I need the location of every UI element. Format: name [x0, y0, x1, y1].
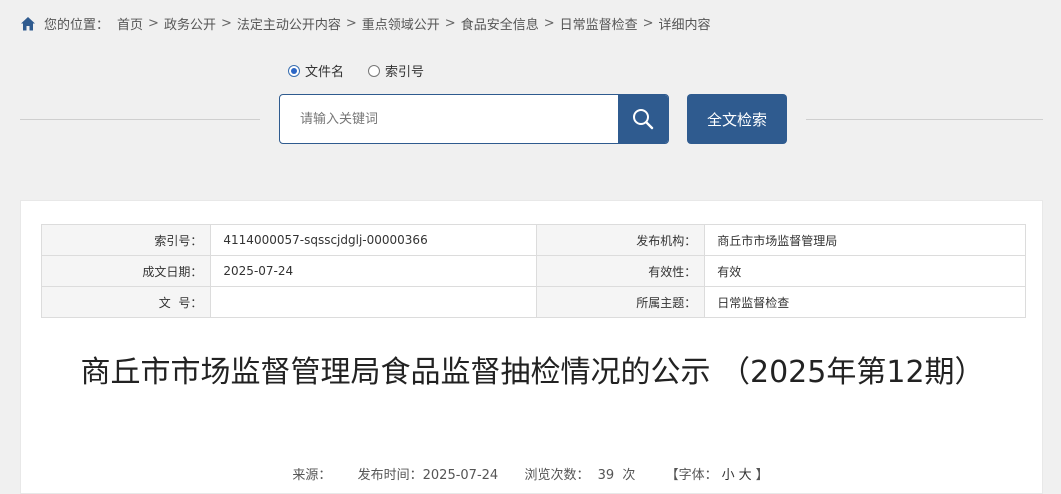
- breadcrumb-separator: >: [220, 16, 232, 31]
- publisher-label: 发布机构：: [536, 224, 706, 256]
- search-icon: [633, 109, 654, 130]
- views-label: 浏览次数：: [524, 468, 590, 483]
- divider-right: [806, 119, 1043, 120]
- radio-filename-dot[interactable]: [288, 64, 300, 77]
- topic-label: 所属主题：: [536, 286, 706, 318]
- breadcrumb-prefix: 您的位置：: [44, 18, 110, 33]
- publisher-value: 商丘市市场监督管理局: [704, 224, 1026, 256]
- article-panel: 索引号： 4114000057-sqsscjdglj-00000366 发布机构…: [20, 200, 1043, 494]
- table-row: 索引号： 4114000057-sqsscjdglj-00000366 发布机构…: [40, 224, 1026, 256]
- index-number-label: 索引号：: [40, 224, 212, 256]
- views-count: 39: [597, 468, 615, 483]
- breadcrumb-current: 详细内容: [658, 18, 711, 33]
- radio-filename[interactable]: 文件名: [288, 61, 344, 80]
- topic-value: 日常监督检查: [704, 286, 1026, 318]
- breadcrumb-food-safety[interactable]: 食品安全信息: [461, 14, 539, 33]
- font-size-label: 【字体：: [665, 468, 718, 483]
- fulltext-search-button[interactable]: 全文检索: [687, 94, 787, 144]
- search-input[interactable]: [280, 95, 618, 143]
- breadcrumb-separator: >: [444, 16, 456, 31]
- divider-left: [20, 119, 260, 120]
- date-label: 成文日期：: [40, 255, 212, 287]
- font-size-control: 【字体： 小大】: [664, 468, 771, 483]
- breadcrumb-separator: >: [642, 16, 654, 31]
- views-unit: 次: [622, 468, 636, 483]
- doc-number-value: [210, 286, 538, 318]
- date-value: 2025-07-24: [210, 255, 538, 287]
- breadcrumb-statutory[interactable]: 法定主动公开内容: [237, 14, 341, 33]
- search-box: [279, 94, 669, 144]
- font-small-button[interactable]: 小: [722, 468, 735, 483]
- breadcrumb-separator: >: [148, 16, 159, 31]
- radio-index-number-dot[interactable]: [368, 64, 381, 77]
- publish-time: 发布时间：2025-07-24: [357, 468, 499, 483]
- radio-filename-label: 文件名: [305, 65, 345, 80]
- validity-value: 有效: [704, 255, 1026, 287]
- radio-index-number[interactable]: 索引号: [368, 61, 424, 80]
- metadata-table: 索引号： 4114000057-sqsscjdglj-00000366 发布机构…: [40, 224, 1026, 318]
- search-type-radio-group: 文件名 索引号: [288, 61, 448, 80]
- page-title: 商丘市市场监督管理局食品监督抽检情况的公示 （2025年第12期）: [80, 355, 985, 390]
- radio-index-number-label: 索引号: [385, 65, 425, 80]
- validity-label: 有效性：: [536, 255, 706, 287]
- breadcrumb-gov-affairs[interactable]: 政务公开: [164, 14, 216, 33]
- article-info-line: 来源： 发布时间：2025-07-24 浏览次数： 39 次 【字体： 小大】: [21, 464, 1042, 483]
- doc-number-label: 文 号：: [40, 286, 212, 318]
- source-label: 来源：: [292, 468, 332, 483]
- breadcrumb-key-areas[interactable]: 重点领域公开: [362, 14, 440, 33]
- breadcrumb-separator: >: [345, 16, 357, 31]
- breadcrumb-separator: >: [543, 16, 555, 31]
- breadcrumb: 您的位置： 首页 > 政务公开 > 法定主动公开内容 > 重点领域公开 > 食品…: [20, 14, 711, 33]
- index-number-value: 4114000057-sqsscjdglj-00000366: [210, 224, 538, 256]
- home-icon: [21, 16, 35, 30]
- table-row: 成文日期： 2025-07-24 有效性： 有效: [40, 255, 1026, 287]
- table-row: 文 号： 所属主题： 日常监督检查: [40, 286, 1026, 318]
- breadcrumb-daily-inspection[interactable]: 日常监督检查: [560, 14, 638, 33]
- font-large-button[interactable]: 大: [739, 468, 752, 483]
- search-button[interactable]: [618, 95, 668, 143]
- breadcrumb-home[interactable]: 首页: [117, 14, 143, 33]
- font-size-close: 】: [755, 468, 769, 483]
